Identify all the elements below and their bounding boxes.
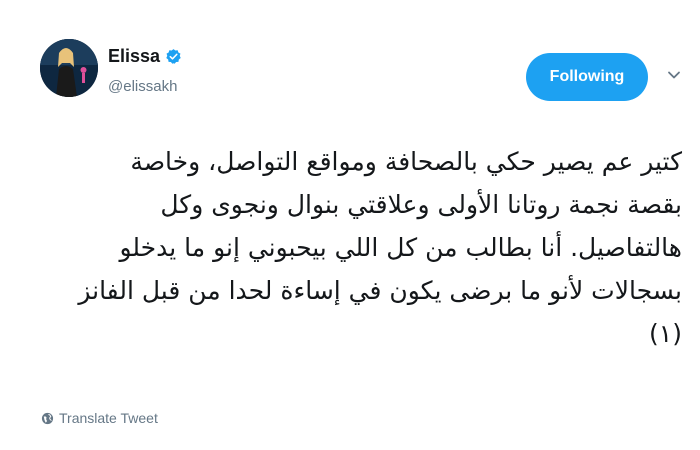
tweet-line: كتير عم يصير حكي بالصحافة ومواقع التواصل… bbox=[130, 147, 682, 176]
tweet-card: Elissa @elissakh Following كتير عم يصير … bbox=[0, 0, 700, 450]
display-name[interactable]: Elissa bbox=[108, 46, 160, 67]
verified-badge-icon bbox=[165, 48, 182, 65]
chevron-down-icon[interactable] bbox=[667, 68, 681, 82]
tweet-line: بقصة نجمة روتانا الأولى وعلاقتي بنوال ون… bbox=[160, 190, 682, 219]
avatar-image bbox=[40, 39, 98, 97]
tweet-line: بسجالات لأنو ما برضى يكون في إساءة لحدا … bbox=[78, 276, 682, 305]
globe-icon bbox=[41, 412, 54, 425]
name-row: Elissa bbox=[108, 46, 182, 67]
user-handle[interactable]: @elissakh bbox=[108, 78, 177, 95]
tweet-line: هالتفاصيل. أنا بطالب من كل اللي بيحبوني … bbox=[119, 233, 682, 262]
translate-label[interactable]: Translate Tweet bbox=[59, 410, 158, 426]
tweet-line: (١) bbox=[649, 319, 682, 348]
avatar[interactable] bbox=[40, 39, 98, 97]
following-button[interactable]: Following bbox=[526, 53, 648, 101]
translate-tweet-link[interactable]: Translate Tweet bbox=[41, 410, 158, 426]
tweet-text: كتير عم يصير حكي بالصحافة ومواقع التواصل… bbox=[52, 140, 682, 355]
